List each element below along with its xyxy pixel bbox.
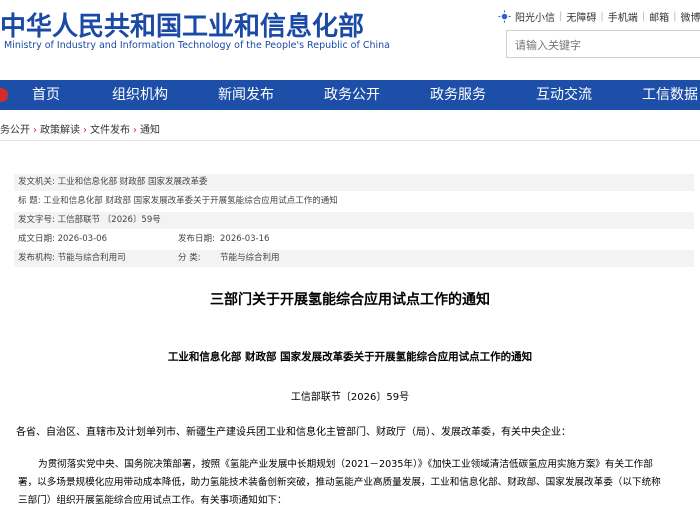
util-link-mail[interactable]: 邮箱 [649, 9, 669, 24]
nav-accent-mark [0, 88, 8, 102]
util-link-sunshine[interactable]: 阳光小信 [515, 9, 555, 24]
article-subtitle: 工业和信息化部 财政部 国家发展改革委关于开展氢能综合应用试点工作的通知 [167, 351, 533, 363]
site-header: 中华人民共和国工业和信息化部 Ministry of Industry and … [0, 0, 700, 80]
info-row-dates: 成文日期: 2026-03-06 发布日期: 2026-03-16 [14, 231, 694, 248]
paragraph-line: 为贯彻落实党中央、国务院决策部署，按照《氢能产业发展中长期规划（2021－203… [38, 459, 653, 470]
article-doc-number: 工信部联节〔2026〕59号 [290, 392, 410, 403]
info-row-org: 发布机构: 节能与综合利用司 分 类: 节能与综合利用 [14, 250, 694, 267]
info-label: 发布日期: [178, 234, 215, 244]
util-separator: | [673, 11, 677, 22]
nav-item-organization[interactable]: 组织机构 [112, 80, 168, 110]
divider [0, 140, 700, 141]
search-box [506, 30, 700, 58]
info-label: 发文字号: [18, 215, 55, 225]
nav-item-news[interactable]: 新闻发布 [218, 80, 274, 110]
info-value: 节能与综合利用 [220, 253, 280, 263]
sun-icon [498, 10, 511, 23]
info-value: 2026-03-06 [57, 234, 107, 244]
util-separator: | [559, 11, 563, 22]
util-separator: | [641, 11, 646, 22]
chevron-right-icon: › [133, 125, 137, 136]
nav-item-gov-affairs[interactable]: 政务公开 [324, 80, 380, 110]
document-info: 发文机关: 工业和信息化部 财政部 国家发展改革委 标 题: 工业和信息化部 财… [14, 174, 694, 267]
paragraph-line: 署，以多场景规模化应用带动成本降低，助力氢能技术装备创新突破，推动氢能产业高质量… [18, 477, 661, 488]
search-input[interactable] [513, 32, 697, 58]
site-subtitle: Ministry of Industry and Information Tec… [4, 40, 390, 51]
breadcrumb-item[interactable]: 务公开 [0, 125, 30, 136]
article-title: 三部门关于开展氢能综合应用试点工作的通知 [210, 292, 490, 308]
info-label: 成文日期: [18, 234, 55, 244]
info-row-docno: 发文字号: 工信部联节 〔2026〕59号 [14, 212, 694, 229]
info-label: 标 题: [18, 196, 41, 206]
info-value: 工业和信息化部 财政部 国家发展改革委关于开展氢能综合应用试点工作的通知 [43, 196, 338, 206]
info-row-title: 标 题: 工业和信息化部 财政部 国家发展改革委关于开展氢能综合应用试点工作的通… [14, 193, 694, 210]
util-link-weibo[interactable]: 微博 [681, 9, 700, 24]
article-paragraph: 为贯彻落实党中央、国务院决策部署，按照《氢能产业发展中长期规划（2021－203… [18, 456, 698, 510]
nav-item-home[interactable]: 首页 [32, 80, 60, 110]
utility-bar: 阳光小信 | 无障碍 | 手机端 | 邮箱 | 微博 [498, 9, 700, 24]
info-label: 发布机构: [18, 253, 55, 263]
info-value: 2026-03-16 [220, 234, 270, 244]
breadcrumb-item[interactable]: 政策解读 [40, 125, 80, 136]
paragraph-line: 三部门）组织开展氢能综合应用试点工作。有关事项通知如下： [18, 495, 287, 506]
nav-item-interaction[interactable]: 互动交流 [536, 80, 592, 110]
info-value: 工信部联节 〔2026〕59号 [57, 215, 161, 225]
breadcrumb: 务公开 › 政策解读 › 文件发布 › 通知 [0, 121, 160, 136]
chevron-right-icon: › [33, 125, 37, 136]
util-link-accessibility[interactable]: 无障碍 [566, 9, 596, 24]
breadcrumb-item[interactable]: 文件发布 [90, 125, 130, 136]
info-label: 分 类: [178, 253, 201, 263]
nav-item-services[interactable]: 政务服务 [430, 80, 486, 110]
article-addressee: 各省、自治区、直辖市及计划单列市、新疆生产建设兵团工业和信息化主管部门、财政厅（… [16, 427, 571, 438]
main-nav: 首页 组织机构 新闻发布 政务公开 政务服务 互动交流 工信数据 [0, 80, 700, 110]
site-title[interactable]: 中华人民共和国工业和信息化部 [0, 6, 364, 43]
info-value: 节能与综合利用司 [57, 253, 126, 263]
nav-item-data[interactable]: 工信数据 [642, 80, 698, 110]
util-separator: | [600, 11, 604, 22]
info-label: 发文机关: [18, 177, 55, 187]
info-row-issuer: 发文机关: 工业和信息化部 财政部 国家发展改革委 [14, 174, 694, 191]
chevron-right-icon: › [83, 125, 87, 136]
breadcrumb-item[interactable]: 通知 [140, 125, 160, 136]
info-value: 工业和信息化部 财政部 国家发展改革委 [57, 177, 208, 187]
util-link-mobile[interactable]: 手机端 [608, 9, 638, 24]
